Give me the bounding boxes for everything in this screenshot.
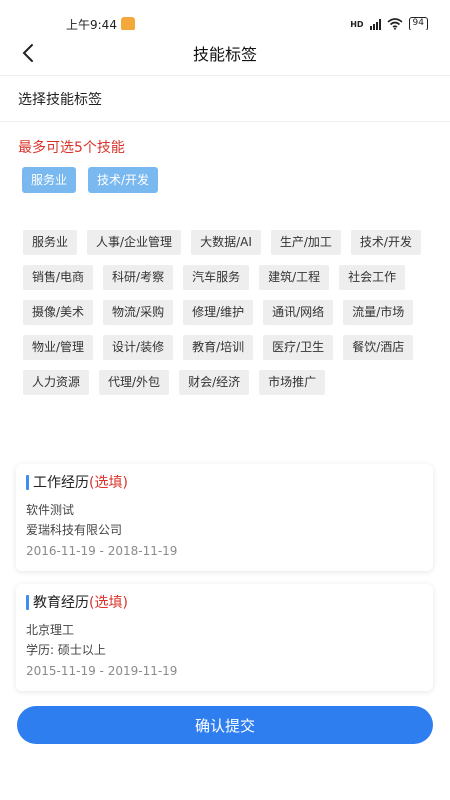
skills-grid: 服务业 人事/企业管理 大数据/AI 生产/加工 技术/开发 销售/电商 科研/… [23,230,423,395]
submit-button[interactable]: 确认提交 [17,706,433,744]
selected-skill-chip[interactable]: 服务业 [22,167,77,193]
education-degree: 学历: 硕士以上 [26,643,106,657]
skill-chip[interactable]: 销售/电商 [23,265,94,290]
skill-chip[interactable]: 人力资源 [23,370,90,395]
skill-chip[interactable]: 餐饮/酒店 [343,335,414,360]
skill-chip[interactable]: 市场推广 [259,370,326,395]
optional-tag: (选填) [89,475,128,491]
work-experience-title: 工作经历 (选填) [26,472,421,492]
work-position: 软件测试 [26,503,75,517]
wifi-icon [387,18,403,30]
education-school: 北京理工 [26,623,75,637]
chevron-left-icon [22,44,33,62]
work-date-range: 2016-11-19 - 2018-11-19 [26,544,178,558]
education-date-range: 2015-11-19 - 2019-11-19 [26,664,178,678]
work-experience-card[interactable]: 工作经历 (选填) 软件测试 爱瑞科技有限公司 2016-11-19 - 201… [16,464,433,571]
network-type-label: HD [350,19,364,29]
skill-chip[interactable]: 技术/开发 [350,230,421,255]
education-experience-label: 教育经历 [33,595,89,611]
skill-chip[interactable]: 人事/企业管理 [87,230,182,255]
skill-chip[interactable]: 建筑/工程 [259,265,330,290]
skill-chip[interactable]: 科研/考察 [103,265,174,290]
notification-app-icon [120,17,135,31]
skill-chip[interactable]: 社会工作 [339,265,406,290]
page-title: 技能标签 [192,44,257,64]
section-header: 选择技能标签 [0,76,450,122]
skill-limit-hint: 最多可选5个技能 [18,140,125,156]
skill-chip[interactable]: 摄像/美术 [23,300,94,325]
section-marker [26,474,29,490]
battery-icon: 94 [408,17,428,31]
work-company: 爱瑞科技有限公司 [26,523,123,537]
skill-chip[interactable]: 修理/维护 [183,300,254,325]
back-button[interactable] [12,36,44,70]
skill-chip[interactable]: 教育/培训 [183,335,254,360]
nav-bar: 技能标签 [0,30,450,76]
education-experience-title: 教育经历 (选填) [26,592,421,612]
skill-chip[interactable]: 汽车服务 [183,265,250,290]
optional-tag: (选填) [89,595,128,611]
signal-icon [369,18,381,30]
skill-chip[interactable]: 财会/经济 [179,370,250,395]
skill-chip[interactable]: 通讯/网络 [263,300,334,325]
skill-chip[interactable]: 医疗/卫生 [263,335,334,360]
skill-chip[interactable]: 大数据/AI [191,230,261,255]
skill-chip[interactable]: 流量/市场 [343,300,414,325]
skill-chip[interactable]: 服务业 [23,230,78,255]
education-experience-card[interactable]: 教育经历 (选填) 北京理工 学历: 硕士以上 2015-11-19 - 201… [16,584,433,691]
skill-chip[interactable]: 物流/采购 [103,300,174,325]
skill-chip[interactable]: 生产/加工 [270,230,341,255]
skill-chip[interactable]: 设计/装修 [103,335,174,360]
work-experience-label: 工作经历 [33,475,89,491]
skill-chip[interactable]: 物业/管理 [23,335,94,360]
selected-skill-chip[interactable]: 技术/开发 [88,167,159,193]
skill-chip[interactable]: 代理/外包 [99,370,170,395]
section-marker [26,594,29,610]
selected-skills: 服务业 技术/开发 [22,167,159,193]
status-right: HD 94 [350,17,428,31]
